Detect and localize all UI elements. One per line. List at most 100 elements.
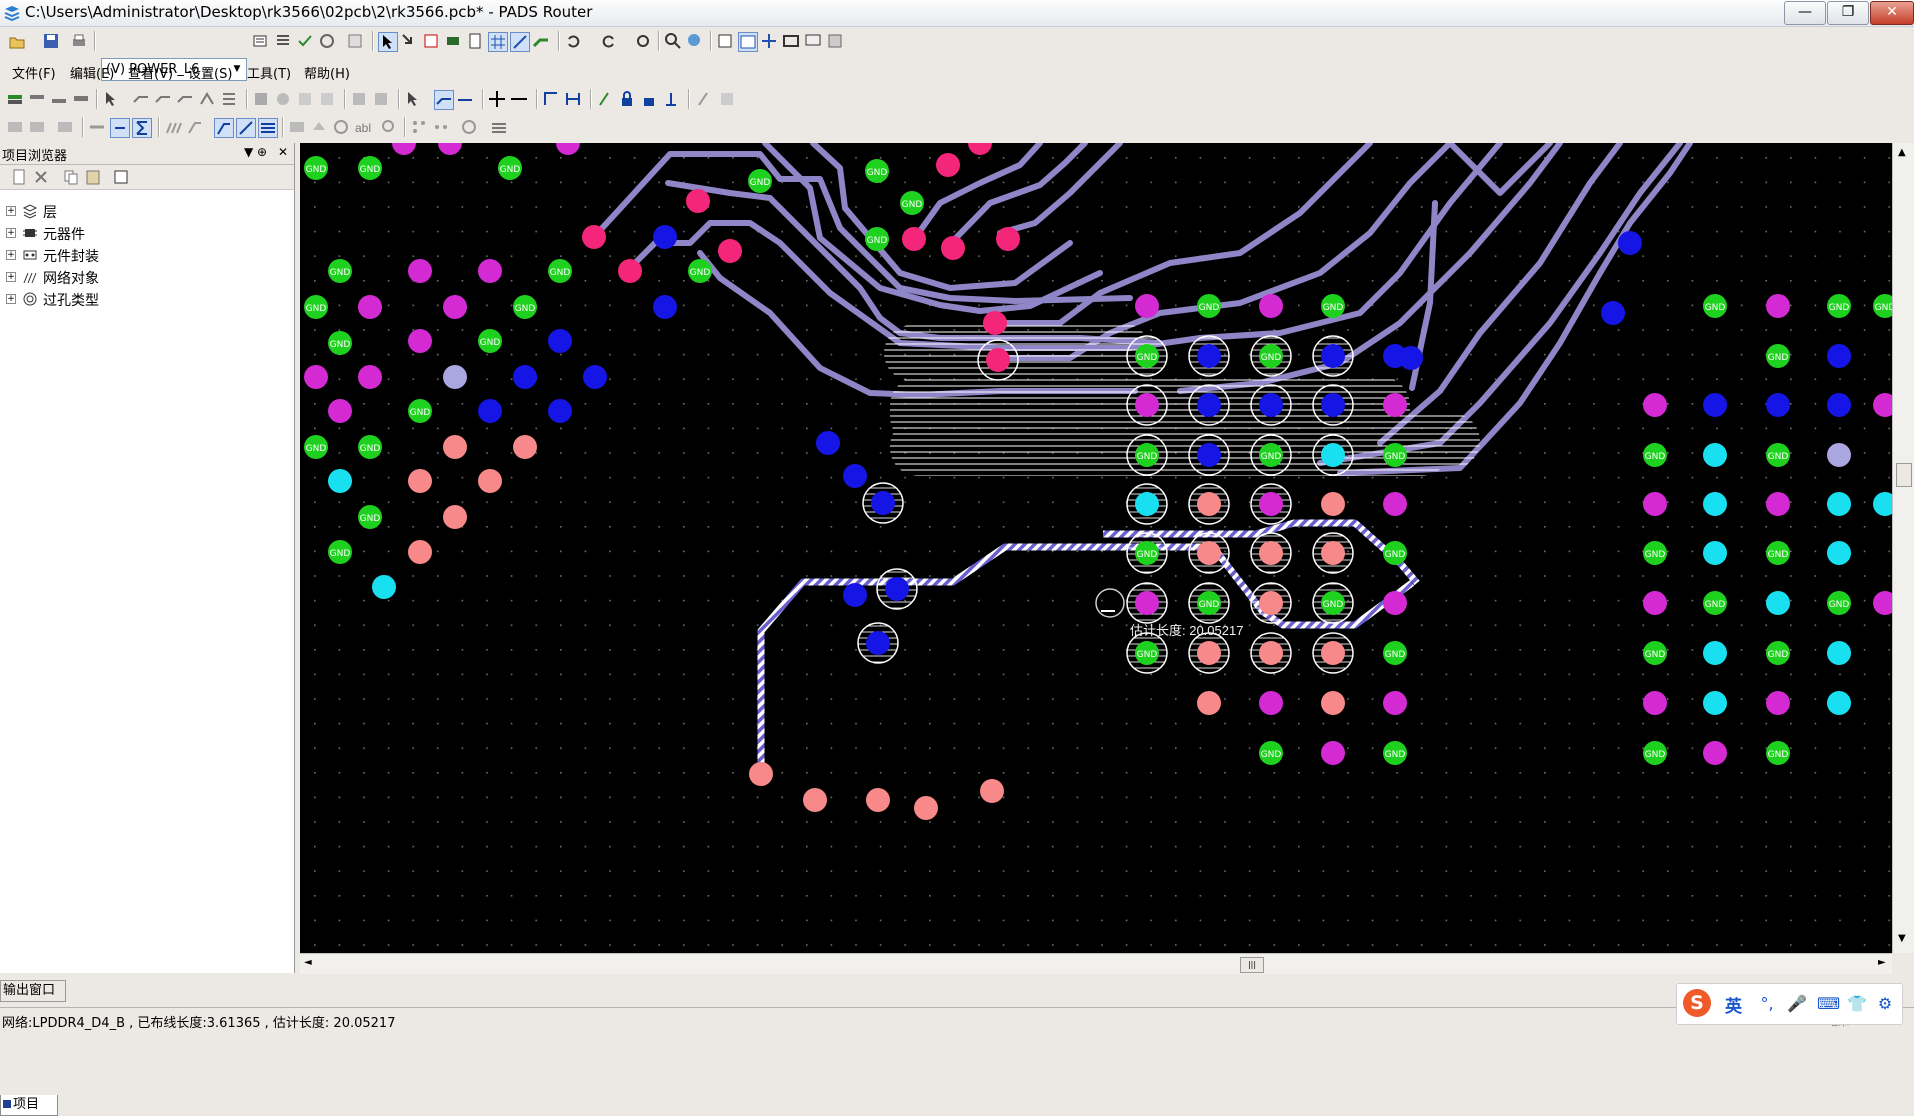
- gnd-pad[interactable]: GND: [1188, 582, 1230, 624]
- route-select-icon[interactable]: [400, 32, 418, 50]
- magenta-pad[interactable]: [478, 259, 502, 283]
- vertical-scroll-thumb[interactable]: [1896, 463, 1912, 487]
- trace-split-icon[interactable]: [176, 90, 194, 108]
- layer-down-icon[interactable]: [50, 90, 68, 108]
- gnd-pad[interactable]: GND: [1321, 294, 1345, 318]
- pink-pad[interactable]: [983, 311, 1007, 335]
- pink-pad[interactable]: [902, 227, 926, 251]
- undo-icon[interactable]: [564, 32, 582, 50]
- zoom-board-icon[interactable]: [686, 32, 704, 50]
- gnd-pad[interactable]: GND: [1766, 344, 1790, 368]
- dimension-icon[interactable]: [510, 32, 530, 52]
- gnd-pad[interactable]: GND: [1766, 641, 1790, 665]
- fill-icon[interactable]: [310, 118, 328, 136]
- ime-language[interactable]: 英: [1725, 992, 1742, 1017]
- gnd-pad[interactable]: GND: [328, 331, 352, 355]
- magenta-pad[interactable]: [358, 295, 382, 319]
- align-icon[interactable]: [564, 90, 582, 108]
- select-arrow-icon[interactable]: [102, 90, 120, 108]
- cyan-pad[interactable]: [1703, 641, 1727, 665]
- connect-icon[interactable]: [432, 118, 450, 136]
- salmon-pad[interactable]: [1197, 691, 1221, 715]
- gnd-pad[interactable]: GND: [1643, 541, 1667, 565]
- gnd-pad[interactable]: GND: [358, 435, 382, 459]
- drc-icon[interactable]: [252, 90, 270, 108]
- blue-pad[interactable]: [816, 431, 840, 455]
- pan-icon[interactable]: [760, 32, 778, 50]
- blue-pad[interactable]: [478, 399, 502, 423]
- blue-pad[interactable]: [653, 295, 677, 319]
- blue-pad[interactable]: [1766, 393, 1790, 417]
- gnd-pad[interactable]: GND: [548, 259, 572, 283]
- rotate-icon[interactable]: [634, 32, 652, 50]
- blue-pad[interactable]: [1618, 231, 1642, 255]
- magenta-pad[interactable]: [304, 365, 328, 389]
- pan-left-icon[interactable]: [6, 118, 24, 136]
- clearance-icon[interactable]: [274, 90, 292, 108]
- magenta-pad[interactable]: [1259, 294, 1283, 318]
- expand-icon[interactable]: +: [6, 294, 16, 304]
- gnd-pad[interactable]: GND: [1703, 294, 1727, 318]
- gnd-pad[interactable]: GND: [304, 156, 328, 180]
- check-icon[interactable]: [296, 32, 314, 50]
- blue-pad[interactable]: [1827, 393, 1851, 417]
- document-icon[interactable]: [466, 32, 484, 50]
- blue-pad[interactable]: [843, 464, 867, 488]
- gnd-pad[interactable]: GND: [1643, 641, 1667, 665]
- gnd-pad[interactable]: GND: [1383, 741, 1407, 765]
- salmon-pad[interactable]: [1250, 532, 1292, 574]
- report-icon[interactable]: [346, 32, 364, 50]
- view-icon[interactable]: [716, 32, 734, 50]
- blue-pad[interactable]: [548, 399, 572, 423]
- tab-output-window[interactable]: 输出窗口: [0, 980, 66, 1002]
- move-icon[interactable]: [488, 90, 506, 108]
- gnd-pad[interactable]: GND: [408, 399, 432, 423]
- corner-icon[interactable]: [542, 90, 560, 108]
- layers-icon[interactable]: [490, 118, 508, 136]
- menu-help[interactable]: 帮助(H): [304, 63, 350, 82]
- cyan-pad[interactable]: [1312, 434, 1354, 476]
- salmon-pad[interactable]: [1188, 532, 1230, 574]
- blue-pad[interactable]: [843, 583, 867, 607]
- salmon-pad[interactable]: [513, 435, 537, 459]
- cyan-pad[interactable]: [1827, 691, 1851, 715]
- save-icon[interactable]: [42, 32, 60, 50]
- magenta-pad[interactable]: [328, 399, 352, 423]
- menu-view[interactable]: 查看(V): [128, 63, 173, 82]
- tab-project[interactable]: 项目: [0, 1095, 58, 1116]
- cyan-pad[interactable]: [1703, 443, 1727, 467]
- diff-pair-icon[interactable]: [186, 118, 204, 136]
- gnd-pad[interactable]: GND: [1126, 335, 1168, 377]
- gnd-pad[interactable]: GND: [1126, 632, 1168, 674]
- magenta-pad[interactable]: [443, 295, 467, 319]
- gnd-pad[interactable]: GND: [688, 259, 712, 283]
- gnd-pad[interactable]: GND: [1643, 443, 1667, 467]
- paste-icon[interactable]: [84, 168, 102, 186]
- magenta-pad[interactable]: [408, 329, 432, 353]
- magenta-pad[interactable]: [1259, 691, 1283, 715]
- check-layer-icon[interactable]: [56, 118, 74, 136]
- expand-icon[interactable]: +: [6, 250, 16, 260]
- gnd-pad[interactable]: GND: [1766, 443, 1790, 467]
- expand-icon[interactable]: +: [6, 272, 16, 282]
- pink-pad[interactable]: [977, 339, 1019, 381]
- delete-icon[interactable]: [32, 168, 50, 186]
- blue-pad[interactable]: [1250, 384, 1292, 426]
- gnd-pad[interactable]: GND: [358, 505, 382, 529]
- punctuation-icon[interactable]: °,: [1757, 994, 1777, 1014]
- blue-pad[interactable]: [548, 329, 572, 353]
- expand-icon[interactable]: +: [6, 228, 16, 238]
- magenta-pad[interactable]: [1766, 691, 1790, 715]
- magenta-pad[interactable]: [1383, 691, 1407, 715]
- gnd-pad[interactable]: GND: [1766, 741, 1790, 765]
- via-add-icon[interactable]: [662, 90, 680, 108]
- magenta-pad[interactable]: [1766, 492, 1790, 516]
- magenta-pad[interactable]: [1643, 492, 1667, 516]
- magenta-pad[interactable]: [1643, 691, 1667, 715]
- blue-pad[interactable]: [1827, 344, 1851, 368]
- cycle-icon[interactable]: [460, 118, 478, 136]
- magenta-pad[interactable]: [1250, 483, 1292, 525]
- salmon-pad[interactable]: [478, 469, 502, 493]
- new-document-icon[interactable]: [10, 168, 28, 186]
- pink-pad[interactable]: [936, 153, 960, 177]
